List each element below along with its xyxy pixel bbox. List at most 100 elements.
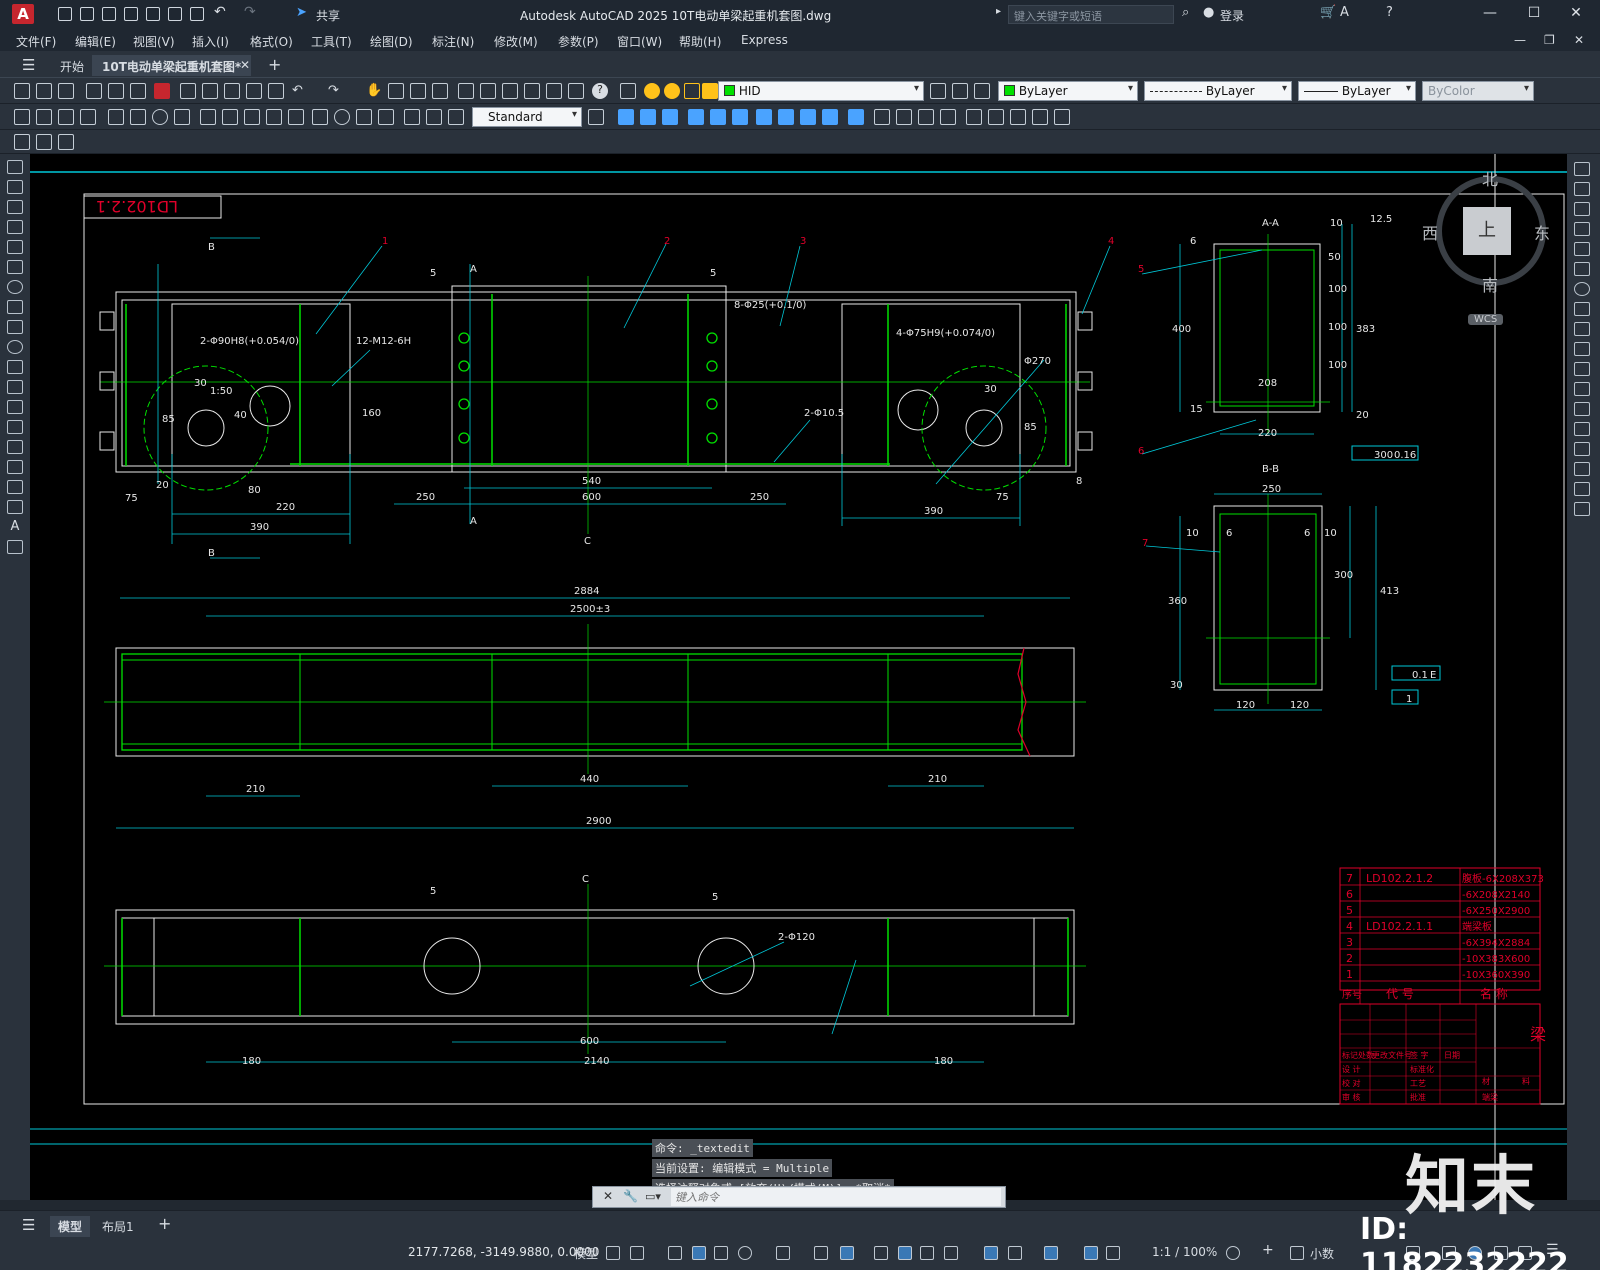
isodraft-icon[interactable] (776, 1246, 790, 1260)
draw-spline-icon[interactable] (7, 320, 23, 334)
draw-rectangle-icon[interactable] (7, 240, 23, 254)
dim-tolerance-icon[interactable] (312, 109, 328, 125)
autocad-logo-icon[interactable]: A (12, 4, 34, 24)
auto-scale-icon[interactable] (1106, 1246, 1120, 1260)
lights-icon[interactable] (940, 109, 956, 125)
dim-jogged-icon[interactable] (130, 109, 146, 125)
dim-inspect-icon[interactable] (356, 109, 372, 125)
erase-icon[interactable] (1574, 162, 1590, 176)
close-icon[interactable]: ✕ (1562, 5, 1590, 25)
transparency-icon[interactable] (898, 1246, 912, 1260)
help-icon[interactable]: ? (1386, 5, 1393, 20)
tb-zoom-previous-icon[interactable] (432, 83, 448, 99)
dim-aligned-icon[interactable] (36, 109, 52, 125)
doc-minimize-icon[interactable]: — (1514, 33, 1526, 47)
tab-active-drawing[interactable]: 10T电动单梁起重机套图* (92, 55, 252, 76)
gradient-icon[interactable] (7, 460, 23, 474)
linetype-dropdown[interactable]: ByLayer ▾ (1144, 81, 1292, 101)
dim-diameter-icon[interactable] (152, 109, 168, 125)
rotate-icon[interactable] (1574, 282, 1590, 296)
add-layout-button[interactable]: + (150, 1212, 179, 1235)
trim-icon[interactable] (1574, 342, 1590, 356)
tb-layer-manager-icon[interactable] (620, 83, 636, 99)
tb-copy-icon[interactable] (202, 83, 218, 99)
doc-close-icon[interactable]: ✕ (1574, 33, 1584, 47)
dim-angular-icon[interactable] (174, 109, 190, 125)
tab-close-icon[interactable]: ✕ (230, 55, 260, 76)
hamburger-menu-icon[interactable]: ☰ (12, 53, 45, 74)
tb-undo-icon[interactable]: ↶ (292, 83, 308, 99)
open-file-icon[interactable] (80, 7, 94, 21)
fillet-icon[interactable] (1574, 462, 1590, 476)
tb-save-icon[interactable] (58, 83, 74, 99)
tb-matchprop-icon[interactable] (246, 83, 262, 99)
snap-icon[interactable] (630, 1246, 644, 1260)
layout-menu-icon[interactable]: ☰ (14, 1214, 43, 1236)
tb-publish-icon[interactable] (130, 83, 146, 99)
dim-break-icon[interactable] (288, 109, 304, 125)
tb-zoom-realtime-icon[interactable] (388, 83, 404, 99)
draw-ellipse-arc-icon[interactable] (7, 360, 23, 374)
annotation-scale[interactable]: 1:1 / 100% (1152, 1245, 1217, 1259)
tb-layer-previous-icon[interactable] (952, 83, 968, 99)
cart-icon[interactable]: 🛒 (1320, 5, 1336, 20)
offset-icon[interactable] (1574, 222, 1590, 236)
drawing-canvas[interactable]: LD102.2.1 75 80 220 390 250 540 600 250 … (30, 154, 1567, 1200)
object-snap-tracking-icon[interactable] (814, 1246, 828, 1260)
annotation-visibility-icon[interactable] (1084, 1246, 1098, 1260)
menu-file[interactable]: 文件(F) (16, 33, 56, 50)
dynamic-ucs-icon[interactable] (984, 1246, 998, 1260)
table-icon[interactable] (7, 500, 23, 514)
extend-icon[interactable] (1574, 362, 1590, 376)
share-icon[interactable]: ➤ (296, 5, 310, 20)
tb-layer-states-icon[interactable] (974, 83, 990, 99)
save-icon[interactable] (102, 7, 116, 21)
scale-icon[interactable] (1574, 302, 1590, 316)
view-front-icon[interactable] (988, 109, 1004, 125)
view-left-icon[interactable] (1010, 109, 1026, 125)
undo-icon[interactable]: ↶ (214, 4, 228, 20)
infer-constraints-icon[interactable] (668, 1246, 682, 1260)
dynamic-input-icon[interactable] (692, 1246, 706, 1260)
viewcube-east[interactable]: 东 (1534, 220, 1550, 244)
dimstyle-dropdown[interactable]: Standard ▾ (472, 107, 582, 127)
tb-cut-icon[interactable] (180, 83, 196, 99)
viewcube-west[interactable]: 西 (1422, 220, 1438, 244)
explode-icon[interactable] (1574, 502, 1590, 516)
draw-polyline-icon[interactable] (7, 200, 23, 214)
mtext-icon[interactable]: A (7, 520, 23, 534)
tb-layer-on-icon[interactable] (644, 83, 660, 99)
sync-attribute-icon[interactable] (58, 134, 74, 150)
menu-window[interactable]: 窗口(W) (617, 33, 662, 50)
menu-view[interactable]: 视图(V) (133, 33, 175, 50)
coordinate-readout[interactable]: 2177.7268, -3149.9880, 0.0000 (408, 1245, 599, 1259)
units-icon[interactable] (1290, 1246, 1304, 1260)
tb-calc-icon[interactable] (568, 83, 584, 99)
tb-blockeditor-icon[interactable] (268, 83, 284, 99)
gizmo-icon[interactable] (1044, 1246, 1058, 1260)
wcs-menu[interactable]: WCS (1468, 314, 1504, 325)
plot-icon[interactable] (190, 7, 204, 21)
insert-block-icon[interactable] (7, 380, 23, 394)
tb-toolpalette-icon[interactable] (502, 83, 518, 99)
view-camera-icon[interactable] (1054, 109, 1070, 125)
draw-revcloud-icon[interactable] (7, 300, 23, 314)
draw-ellipse-icon[interactable] (7, 340, 23, 354)
solid-box-icon[interactable] (618, 109, 634, 125)
chamfer-icon[interactable] (1574, 442, 1590, 456)
model-space-button[interactable]: 模型 (574, 1245, 598, 1262)
tb-properties-icon[interactable] (458, 83, 474, 99)
tb-preview-icon[interactable] (108, 83, 124, 99)
visual-style-icon[interactable] (896, 109, 912, 125)
menu-help[interactable]: 帮助(H) (679, 33, 721, 50)
stretch-icon[interactable] (1574, 322, 1590, 336)
tb-zoom-window-icon[interactable] (410, 83, 426, 99)
search-input[interactable]: 键入关键字或短语 (1008, 5, 1174, 24)
layer-dropdown[interactable]: HID ▾ (718, 81, 924, 101)
sign-in-button[interactable]: 登录 (1220, 7, 1244, 24)
tb-help-icon[interactable]: ? (592, 83, 608, 99)
lineweight-icon[interactable] (874, 1246, 888, 1260)
dim-jogged-linear-icon[interactable] (378, 109, 394, 125)
break-icon[interactable] (1574, 402, 1590, 416)
solid-edit-icon[interactable] (756, 109, 772, 125)
